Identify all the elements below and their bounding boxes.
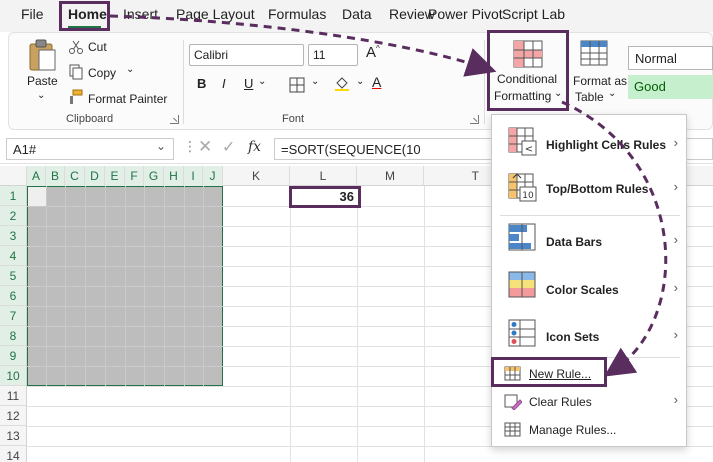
annotation-arrows [109,14,668,377]
arrow-home-to-cf [109,14,497,77]
arrow-cf-to-newrule [561,100,668,377]
